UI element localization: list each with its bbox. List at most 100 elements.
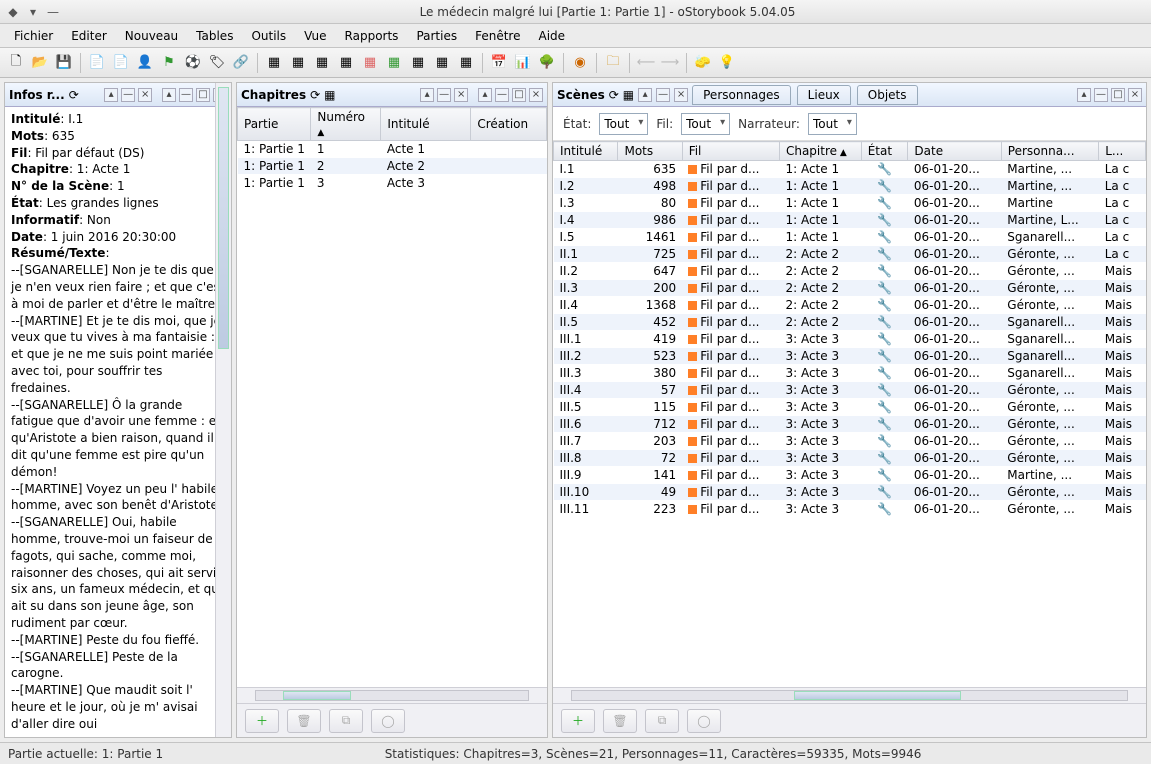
nav-fwd-icon[interactable]: ⟶ bbox=[659, 52, 681, 74]
tag-icon[interactable]: 🏷 bbox=[206, 52, 228, 74]
table-row[interactable]: I.380 Fil par d... 1: Acte 1🔧 06-01-20..… bbox=[554, 195, 1146, 212]
calendar-icon[interactable]: 📅 bbox=[488, 52, 510, 74]
globe-button[interactable]: ◯ bbox=[371, 709, 405, 733]
clipboard-icon[interactable]: 📄 bbox=[86, 52, 108, 74]
refresh-icon[interactable]: ⟳ bbox=[609, 88, 619, 102]
folder-icon[interactable]: 🗀 bbox=[602, 52, 624, 74]
menu-outils[interactable]: Outils bbox=[243, 27, 294, 45]
menu-fenetre[interactable]: Fenêtre bbox=[467, 27, 528, 45]
menu-parties[interactable]: Parties bbox=[408, 27, 465, 45]
filter-fil-select[interactable]: Tout bbox=[681, 113, 730, 135]
pane-pin-icon[interactable]: ▴ bbox=[420, 88, 434, 102]
pane-min-icon[interactable]: — bbox=[656, 88, 670, 102]
table-row[interactable]: I.2498 Fil par d... 1: Acte 1🔧 06-01-20.… bbox=[554, 178, 1146, 195]
copy-button[interactable]: ⧉ bbox=[645, 709, 679, 733]
col-date[interactable]: Date bbox=[908, 142, 1001, 161]
pane-min-icon[interactable]: — bbox=[121, 88, 135, 102]
table-row[interactable]: III.9141 Fil par d... 3: Acte 3🔧 06-01-2… bbox=[554, 467, 1146, 484]
save-file-icon[interactable]: 💾 bbox=[53, 52, 75, 74]
col-etat[interactable]: État bbox=[861, 142, 908, 161]
col-fil[interactable]: Fil bbox=[682, 142, 779, 161]
link-icon[interactable]: 🔗 bbox=[230, 52, 252, 74]
menu-aide[interactable]: Aide bbox=[530, 27, 573, 45]
col-numero[interactable]: Numéro bbox=[311, 108, 381, 141]
table-row[interactable]: II.1725 Fil par d... 2: Acte 2🔧 06-01-20… bbox=[554, 246, 1146, 263]
refresh-icon[interactable]: ⟳ bbox=[310, 88, 320, 102]
table-row[interactable]: II.3200 Fil par d... 2: Acte 2🔧 06-01-20… bbox=[554, 280, 1146, 297]
table-row[interactable]: 1: Partie 13Acte 3 bbox=[238, 175, 547, 192]
scenes-table[interactable]: Intitulé Mots Fil Chapitre État Date Per… bbox=[553, 141, 1146, 518]
add-button[interactable]: ＋ bbox=[561, 709, 595, 733]
grid-reading-icon[interactable]: ▦ bbox=[335, 52, 357, 74]
table-row[interactable]: III.7203 Fil par d... 3: Acte 3🔧 06-01-2… bbox=[554, 433, 1146, 450]
grid-chrono-icon[interactable]: ▦ bbox=[263, 52, 285, 74]
table-row[interactable]: 1: Partie 11Acte 1 bbox=[238, 141, 547, 158]
table-row[interactable]: III.457 Fil par d... 3: Acte 3🔧 06-01-20… bbox=[554, 382, 1146, 399]
table-row[interactable]: III.872 Fil par d... 3: Acte 3🔧 06-01-20… bbox=[554, 450, 1146, 467]
open-file-icon[interactable]: 📂 bbox=[29, 52, 51, 74]
table-row[interactable]: II.41368 Fil par d... 2: Acte 2🔧 06-01-2… bbox=[554, 297, 1146, 314]
table-row[interactable]: 1: Partie 12Acte 2 bbox=[238, 158, 547, 175]
tab-lieux[interactable]: Lieux bbox=[797, 85, 851, 105]
delete-button[interactable]: 🗑 bbox=[287, 709, 321, 733]
pane-pin2-icon[interactable]: ▴ bbox=[1077, 88, 1091, 102]
menu-tables[interactable]: Tables bbox=[188, 27, 241, 45]
export-icon[interactable]: ◉ bbox=[569, 52, 591, 74]
person-icon[interactable]: 👤 bbox=[134, 52, 156, 74]
globe-button[interactable]: ◯ bbox=[687, 709, 721, 733]
table-row[interactable]: I.51461 Fil par d... 1: Acte 1🔧 06-01-20… bbox=[554, 229, 1146, 246]
copy-button[interactable]: ⧉ bbox=[329, 709, 363, 733]
pane-min-icon[interactable]: — bbox=[437, 88, 451, 102]
col-partie[interactable]: Partie bbox=[238, 108, 311, 141]
pane-close-icon[interactable]: × bbox=[674, 88, 688, 102]
col-personnages[interactable]: Personna... bbox=[1001, 142, 1098, 161]
pane-pin2-icon[interactable]: ▴ bbox=[162, 88, 176, 102]
col-mots[interactable]: Mots bbox=[618, 142, 682, 161]
table-row[interactable]: III.2523 Fil par d... 3: Acte 3🔧 06-01-2… bbox=[554, 348, 1146, 365]
sysmenu-icon[interactable]: ◆ bbox=[6, 5, 20, 19]
scenes-hscroll[interactable] bbox=[553, 687, 1146, 703]
pane-close-icon[interactable]: × bbox=[454, 88, 468, 102]
table-row[interactable]: III.6712 Fil par d... 3: Acte 3🔧 06-01-2… bbox=[554, 416, 1146, 433]
pane-max-icon[interactable]: □ bbox=[1111, 88, 1125, 102]
location-icon[interactable]: ⚑ bbox=[158, 52, 180, 74]
pane-close2-icon[interactable]: × bbox=[1128, 88, 1142, 102]
info-scrollbar[interactable] bbox=[215, 83, 231, 737]
chapitres-hscroll[interactable] bbox=[237, 687, 547, 703]
pane-min2-icon[interactable]: — bbox=[495, 88, 509, 102]
minimize-icon[interactable]: — bbox=[46, 5, 60, 19]
delete-button[interactable]: 🗑 bbox=[603, 709, 637, 733]
menu-vue[interactable]: Vue bbox=[296, 27, 334, 45]
col-intitule[interactable]: Intitulé bbox=[381, 108, 471, 141]
new-file-icon[interactable]: 🗋 bbox=[5, 52, 27, 74]
table-row[interactable]: III.1419 Fil par d... 3: Acte 3🔧 06-01-2… bbox=[554, 331, 1146, 348]
item-icon[interactable]: ⚽ bbox=[182, 52, 204, 74]
page-icon[interactable]: 📄 bbox=[110, 52, 132, 74]
grid-book-icon[interactable]: ▦ bbox=[287, 52, 309, 74]
pane-pin-icon[interactable]: ▴ bbox=[104, 88, 118, 102]
tab-objets[interactable]: Objets bbox=[857, 85, 918, 105]
grid-location-icon[interactable]: ▦ bbox=[383, 52, 405, 74]
filter-etat-select[interactable]: Tout bbox=[599, 113, 648, 135]
add-button[interactable]: ＋ bbox=[245, 709, 279, 733]
table-row[interactable]: II.2647 Fil par d... 2: Acte 2🔧 06-01-20… bbox=[554, 263, 1146, 280]
chart-icon[interactable]: 📊 bbox=[512, 52, 534, 74]
table-row[interactable]: I.1635 Fil par d... 1: Acte 1🔧 06-01-20.… bbox=[554, 161, 1146, 178]
table-row[interactable]: III.5115 Fil par d... 3: Acte 3🔧 06-01-2… bbox=[554, 399, 1146, 416]
table-row[interactable]: III.3380 Fil par d... 3: Acte 3🔧 06-01-2… bbox=[554, 365, 1146, 382]
grid-item-icon[interactable]: ▦ bbox=[407, 52, 429, 74]
table-row[interactable]: II.5452 Fil par d... 2: Acte 2🔧 06-01-20… bbox=[554, 314, 1146, 331]
grid-icon[interactable]: ▦ bbox=[324, 88, 335, 102]
help-bulb-icon[interactable]: 💡 bbox=[716, 52, 738, 74]
filter-narrateur-select[interactable]: Tout bbox=[808, 113, 857, 135]
menu-nouveau[interactable]: Nouveau bbox=[117, 27, 186, 45]
menu-fichier[interactable]: Fichier bbox=[6, 27, 61, 45]
pane-pin-icon[interactable]: ▴ bbox=[638, 88, 652, 102]
grid-strand-icon[interactable]: ▦ bbox=[455, 52, 477, 74]
table-row[interactable]: III.1049 Fil par d... 3: Acte 3🔧 06-01-2… bbox=[554, 484, 1146, 501]
col-creation[interactable]: Création bbox=[471, 108, 547, 141]
pane-min2-icon[interactable]: — bbox=[179, 88, 193, 102]
col-intitule[interactable]: Intitulé bbox=[554, 142, 618, 161]
col-lieux[interactable]: L... bbox=[1099, 142, 1146, 161]
tab-personnages[interactable]: Personnages bbox=[692, 85, 791, 105]
